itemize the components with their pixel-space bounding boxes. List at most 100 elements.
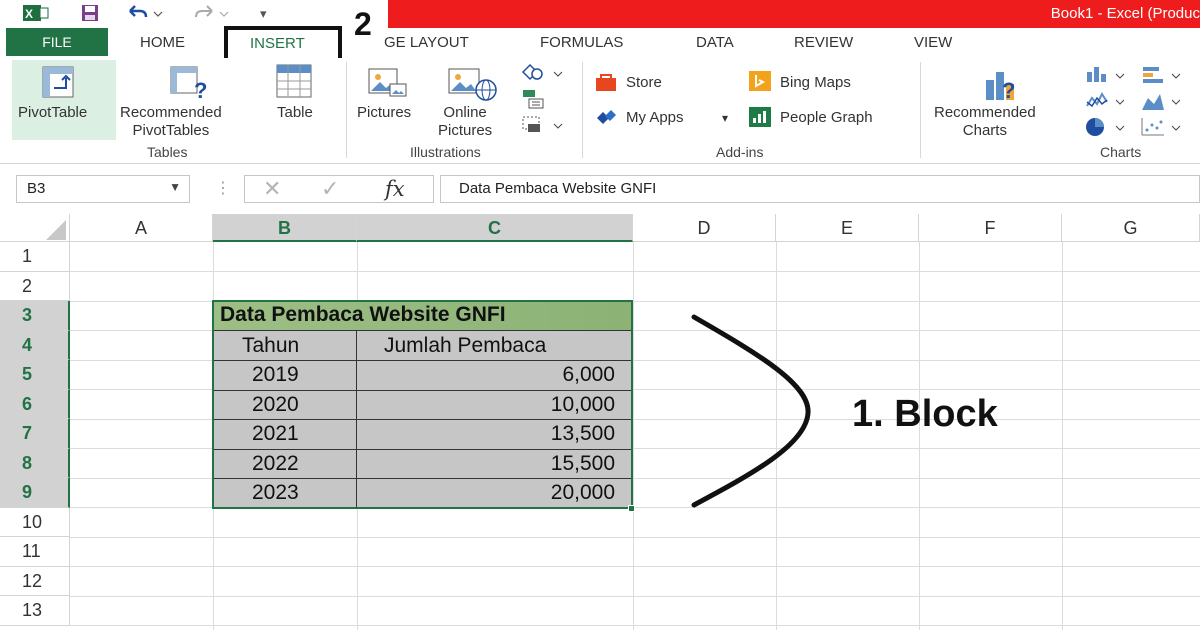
select-all-corner[interactable] [0,214,70,242]
pictures-label[interactable]: Pictures [357,104,411,122]
enter-icon[interactable]: ✓ [321,176,339,202]
online-pictures-line1: Online [443,104,487,121]
row-header-2[interactable]: 2 [0,271,70,301]
bracket-annotation-icon [691,314,811,508]
pictures-icon[interactable] [368,66,408,107]
svg-text:?: ? [194,78,207,100]
charts-group-label: Charts [1100,144,1142,160]
tables-group-label: Tables [147,144,188,160]
area-chart-icon[interactable] [1140,90,1186,117]
addins-group-label: Add-ins [716,144,764,160]
store-label[interactable]: Store [626,74,662,92]
svg-text:?: ? [1002,78,1015,102]
row-header-12[interactable]: 12 [0,566,70,596]
shapes-icon[interactable] [520,62,566,89]
step-1-annotation: 1. Block [852,393,998,435]
people-graph-label[interactable]: People Graph [780,109,873,127]
recommended-charts-label[interactable]: Recommended Charts [934,104,1036,140]
gridline [70,566,1200,567]
row-header-9[interactable]: 9 [0,478,70,508]
my-apps-label[interactable]: My Apps [626,109,684,127]
row-header-4[interactable]: 4 [0,330,70,360]
tab-home[interactable]: HOME [140,34,185,51]
smartart-icon[interactable] [520,88,546,115]
name-box-value: B3 [27,180,46,197]
illustrations-group-label: Illustrations [410,144,481,160]
gridline [70,536,1200,538]
undo-icon[interactable] [126,3,166,28]
tab-data[interactable]: DATA [696,34,734,51]
tab-formulas[interactable]: FORMULAS [540,34,623,51]
recommended-charts-icon[interactable]: ? [984,66,1024,107]
tab-insert[interactable]: INSERT [224,26,342,62]
recommended-pivottables-label[interactable]: Recommended PivotTables [120,104,222,140]
column-header-g[interactable]: G [1062,214,1200,242]
customize-qat-icon[interactable]: ▾ [260,6,267,22]
column-header-f[interactable]: F [919,214,1062,242]
my-apps-dropdown-icon[interactable]: ▾ [722,109,728,127]
gridline [70,271,1200,272]
fill-handle[interactable] [628,505,635,512]
save-icon[interactable] [80,3,100,28]
group-divider [920,62,921,158]
chevron-down-icon[interactable]: ▼ [169,180,181,194]
column-header-d[interactable]: D [633,214,776,242]
row-header-7[interactable]: 7 [0,419,70,449]
group-divider [582,62,583,158]
scatter-chart-icon[interactable] [1140,116,1186,143]
row-header-1[interactable]: 1 [0,242,70,272]
formula-input[interactable]: Data Pembaca Website GNFI [440,175,1200,203]
svg-text:X: X [25,7,33,21]
tab-file[interactable]: FILE [6,28,108,56]
row-header-8[interactable]: 8 [0,448,70,478]
online-pictures-line2: Pictures [438,122,493,139]
my-apps-icon[interactable] [594,106,618,131]
people-graph-icon[interactable] [748,106,772,133]
recommended-charts-line2: Charts [962,122,1007,139]
row-header-3[interactable]: 3 [0,301,70,331]
tab-insert-label: INSERT [250,35,305,52]
recommended-charts-line1: Recommended [934,104,1036,121]
online-pictures-label[interactable]: Online Pictures [438,104,492,140]
selection-range[interactable] [212,300,633,509]
excel-logo-icon: X [22,3,50,28]
window-title: Book1 - Excel (Produc [1050,5,1200,22]
tab-review[interactable]: REVIEW [794,34,853,51]
column-header-b[interactable]: B [213,214,357,242]
grip-icon: ⋮ [215,180,231,197]
group-divider [346,62,347,158]
insert-function-icon[interactable]: fx [385,177,405,201]
column-header-a[interactable]: A [70,214,213,242]
tab-page-layout[interactable]: GE LAYOUT [384,34,469,51]
column-header-c[interactable]: C [357,214,633,242]
store-icon[interactable] [594,72,618,97]
bar-chart-icon[interactable] [1140,64,1186,91]
recommended-pivottables-icon[interactable]: ? [170,66,210,105]
row-header-13[interactable]: 13 [0,596,70,626]
bing-maps-icon[interactable] [748,70,772,97]
formula-buttons: ✕ ✓ fx [244,175,434,203]
row-header-11[interactable]: 11 [0,537,70,567]
recommended-pivottables-line2: PivotTables [132,122,210,139]
line-chart-icon[interactable] [1084,90,1130,117]
column-header-e[interactable]: E [776,214,919,242]
gridline [70,595,1200,597]
tab-view[interactable]: VIEW [914,34,952,51]
row-header-5[interactable]: 5 [0,360,70,390]
bing-maps-label[interactable]: Bing Maps [780,74,851,92]
step-2-annotation: 2 [354,6,372,42]
row-header-10[interactable]: 10 [0,507,70,537]
table-icon[interactable] [276,64,312,103]
pie-chart-icon[interactable] [1084,116,1130,143]
name-box[interactable]: B3 ▼ [16,175,190,203]
title-bar-band: Book1 - Excel (Produc [388,0,1200,28]
cancel-icon[interactable]: ✕ [263,176,281,202]
table-label[interactable]: Table [277,104,313,122]
column-chart-icon[interactable] [1084,64,1130,91]
row-header-6[interactable]: 6 [0,389,70,419]
screenshot-icon[interactable] [520,114,566,141]
online-pictures-icon[interactable] [448,66,500,107]
pivottable-label: PivotTable [18,104,88,121]
redo-icon[interactable] [192,3,232,28]
pivottable-icon [42,66,74,103]
